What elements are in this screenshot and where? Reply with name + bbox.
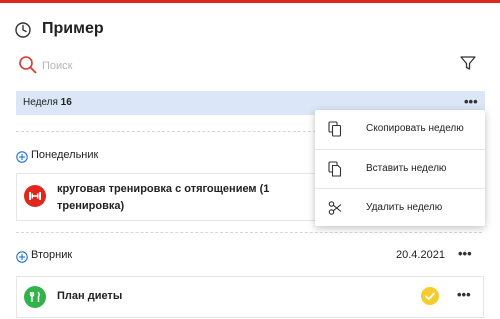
workout-title-line2: тренировка) (57, 200, 125, 212)
week-more-button[interactable]: ••• (464, 94, 478, 109)
list-item-diet[interactable]: План диеты ••• (16, 276, 484, 318)
week-number: 16 (60, 97, 72, 108)
day-date: 20.4.2021 (396, 249, 445, 261)
menu-item-delete-week[interactable]: Удалить неделю (315, 188, 485, 227)
diet-title: План диеты (57, 290, 123, 302)
week-context-menu: Скопировать неделю Вставить неделю Удали… (315, 110, 485, 226)
workout-title: круговая тренировка с отягощением (1 тре… (57, 181, 327, 215)
card-more-button[interactable]: ••• (457, 287, 471, 302)
history-icon[interactable] (14, 21, 32, 39)
menu-label: Удалить неделю (366, 202, 443, 213)
menu-label: Вставить неделю (366, 163, 447, 174)
divider (16, 232, 482, 233)
paste-icon (328, 161, 342, 177)
scissors-icon (328, 200, 342, 216)
check-icon[interactable] (421, 287, 439, 305)
add-icon[interactable] (16, 150, 28, 163)
workout-title-line1: круговая тренировка с отягощением (1 (57, 183, 270, 195)
dumbbell-icon (24, 185, 46, 207)
header: Пример (0, 3, 500, 53)
day-row-tuesday: Вторник 20.4.2021 ••• (16, 246, 482, 268)
copy-icon (328, 121, 342, 137)
divider (16, 131, 316, 132)
search-input[interactable] (40, 55, 424, 77)
week-prefix: Неделя (23, 97, 58, 108)
day-row-monday: Понедельник (16, 148, 316, 168)
search-icon[interactable] (18, 55, 38, 75)
filter-icon[interactable] (458, 53, 478, 73)
day-label: Вторник (31, 249, 73, 261)
day-more-button[interactable]: ••• (458, 246, 472, 261)
menu-label: Скопировать неделю (366, 123, 464, 134)
day-label: Понедельник (31, 149, 99, 161)
page-title: Пример (42, 20, 104, 37)
search-bar (18, 53, 488, 79)
add-icon[interactable] (16, 250, 28, 263)
fork-knife-icon (24, 286, 46, 308)
week-label: Неделя 16 (23, 97, 72, 108)
menu-item-paste-week[interactable]: Вставить неделю (315, 149, 485, 188)
menu-item-copy-week[interactable]: Скопировать неделю (315, 110, 485, 148)
